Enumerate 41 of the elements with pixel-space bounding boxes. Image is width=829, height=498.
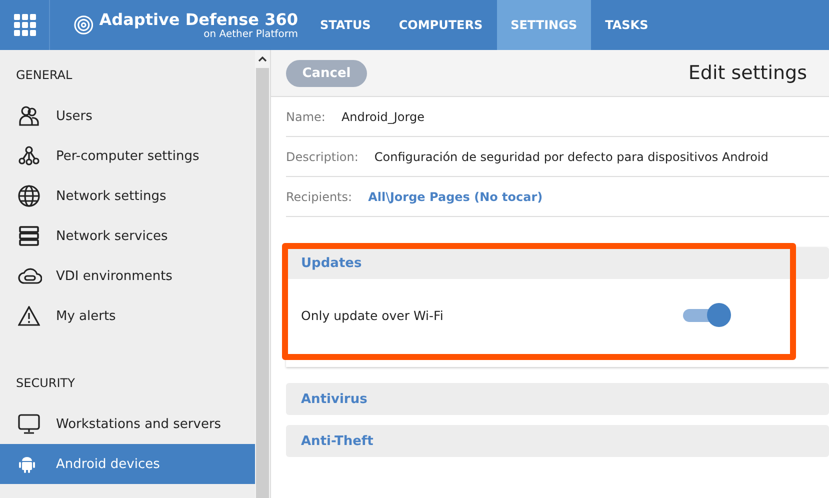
section-heading: SECURITY	[15, 375, 76, 392]
cloud-icon	[18, 267, 42, 285]
sidebar-item[interactable]: Users	[0, 96, 255, 136]
server-icon	[18, 226, 40, 246]
toggle-switch[interactable]	[683, 302, 731, 328]
nav-tab[interactable]: COMPUTERS	[384, 0, 497, 50]
page-title: Edit settings	[688, 62, 807, 84]
field-label: Description:	[286, 150, 358, 164]
panel-header[interactable]: Anti-Theft	[286, 425, 829, 457]
cancel-button[interactable]: Cancel	[286, 60, 367, 86]
scrollbar[interactable]	[255, 50, 270, 498]
globe-icon	[18, 185, 40, 207]
panel-header[interactable]: Updates	[286, 247, 829, 279]
scroll-up-icon[interactable]	[258, 56, 267, 62]
sidebar-item[interactable]: Per-computer settings	[0, 136, 255, 176]
nav-tab[interactable]: TASKS	[591, 0, 662, 50]
sidebar-item[interactable]: My alerts	[0, 296, 255, 336]
sidebar-item[interactable]: VDI environments	[0, 256, 255, 296]
sidebar-item[interactable]: Network services	[0, 216, 255, 256]
android-icon	[18, 454, 36, 474]
option-label: Only update over Wi-Fi	[301, 308, 444, 322]
nav-tab[interactable]: STATUS	[306, 0, 385, 50]
scrollbar-thumb[interactable]	[256, 68, 269, 498]
users-icon	[18, 105, 40, 127]
field-value: Android_Jorge	[341, 110, 424, 124]
section-heading: GENERAL	[15, 67, 74, 84]
product-subtitle: on Aether Platform	[204, 29, 298, 40]
sidebar-item[interactable]: Android devices	[0, 444, 255, 484]
field-value: Configuración de seguridad por defecto para dispositivos Android	[374, 150, 768, 164]
nav-tab[interactable]: SETTINGS	[496, 0, 592, 50]
network-nodes-icon	[18, 145, 40, 167]
sidebar-item[interactable]: Network settings	[0, 176, 255, 216]
monitor-icon	[18, 414, 40, 434]
field-label: Name:	[286, 110, 326, 124]
warning-icon	[18, 306, 40, 326]
panel-header[interactable]: Antivirus	[286, 383, 829, 415]
product-name: Adaptive Defense 360	[99, 10, 298, 29]
field-label: Recipients:	[286, 190, 352, 204]
sidebar-item[interactable]: Workstations and servers	[0, 404, 255, 444]
recipients-link[interactable]: All\Jorge Pages (No tocar)	[368, 190, 543, 204]
target-icon	[74, 15, 94, 35]
